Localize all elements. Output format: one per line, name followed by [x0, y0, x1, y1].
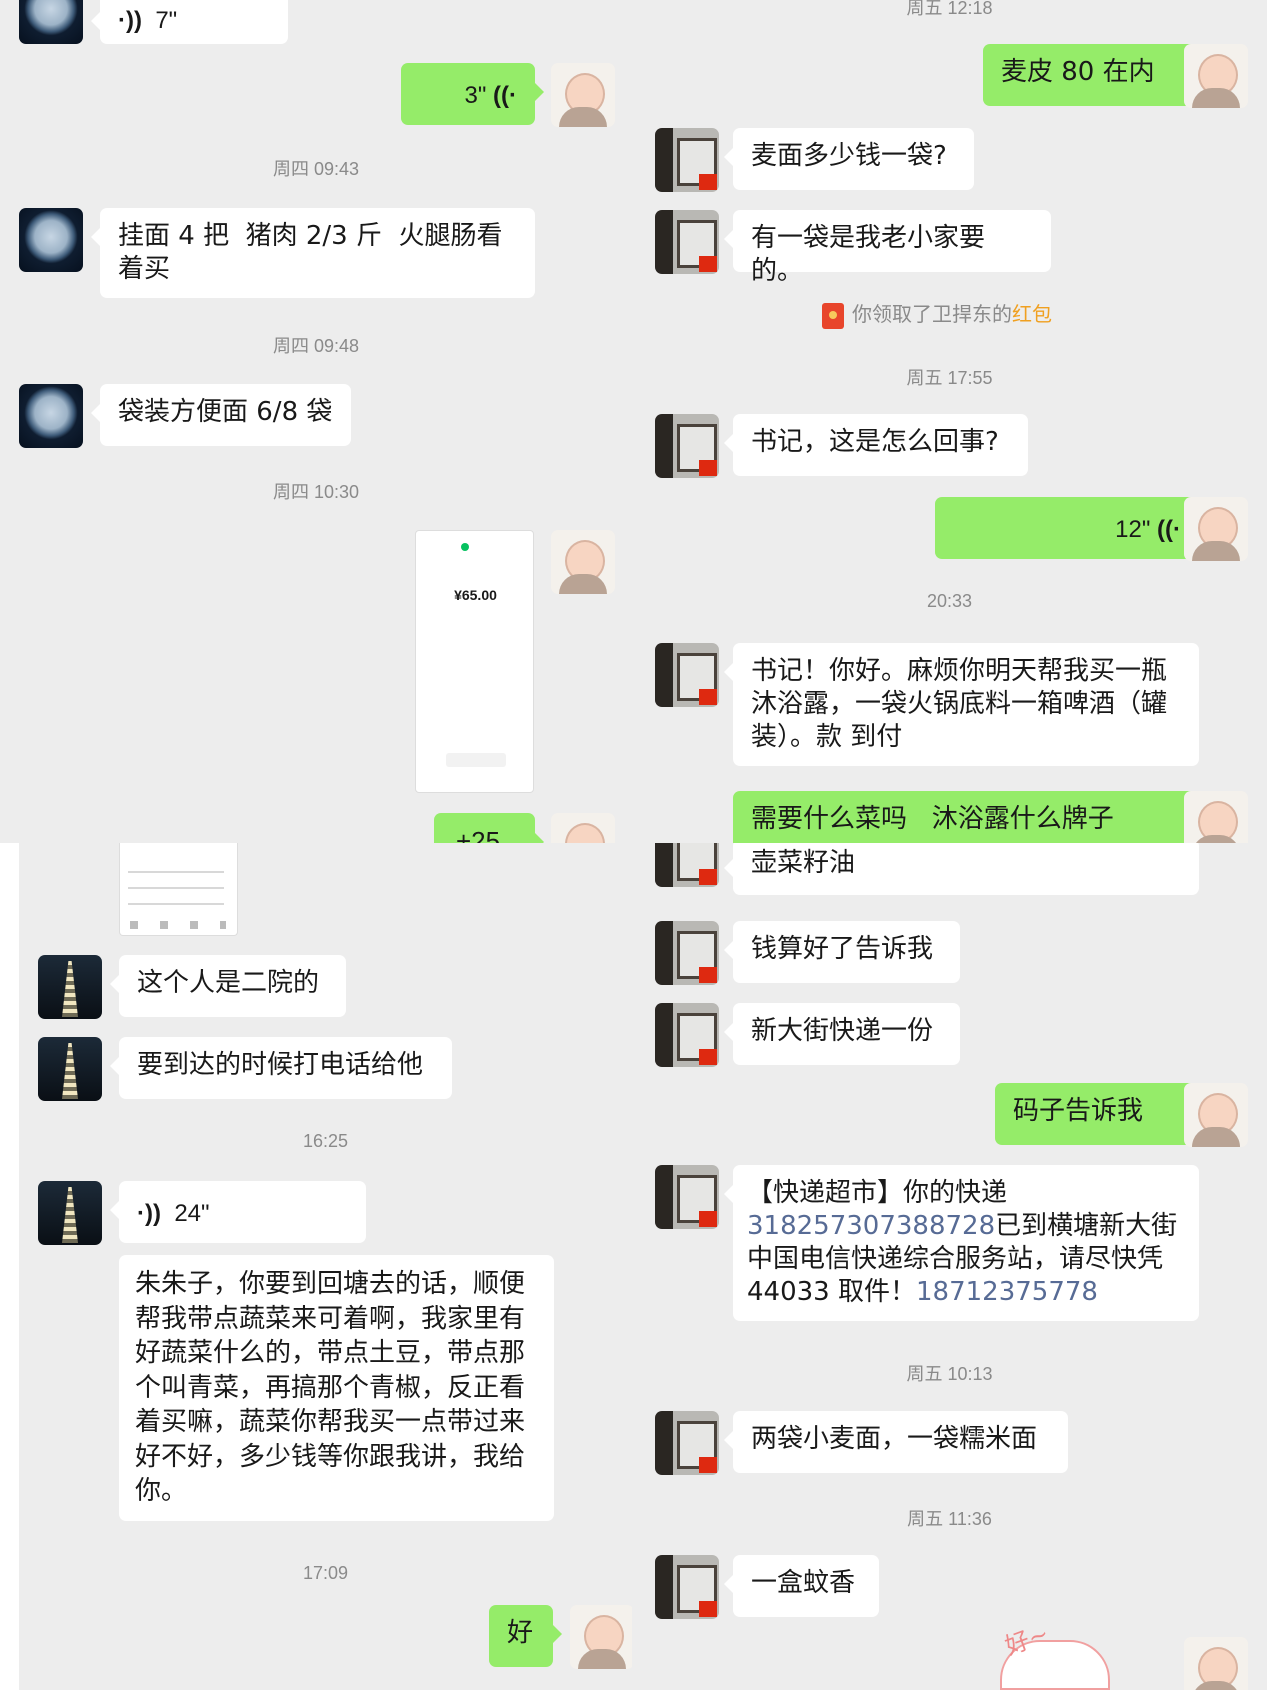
timestamp: 周五 17:55	[906, 368, 993, 388]
express-message[interactable]: 【快递超市】你的快递318257307388728已到横塘新大街中国电信快递综合…	[724, 1165, 1199, 1321]
voice-message-sent[interactable]: 12" ((·	[935, 497, 1208, 559]
timestamp: 17:09	[302, 1563, 349, 1583]
voice-transcript[interactable]: 朱朱子，你要到回塘去的话，顺便帮我带点蔬菜来可着啊，我家里有好蔬菜什么的，带点土…	[119, 1255, 554, 1521]
message-bubble-sent[interactable]: 好	[489, 1605, 562, 1667]
voice-message[interactable]: ·)) 7"	[91, 0, 288, 44]
message-bubble-sent-partial[interactable]: +25	[434, 813, 544, 843]
message-bubble-sent[interactable]: 码子告诉我	[995, 1083, 1208, 1145]
timestamp: 周四 09:43	[272, 159, 360, 179]
voice-wave-icon: ·))	[118, 7, 142, 34]
system-redpacket-notice: 你领取了卫捍东的红包	[822, 298, 1052, 329]
chat-panel-bottom-right: 壶菜籽油 钱算好了告诉我 新大街快递一份 码子告诉我 【快递超市】你的快递318…	[632, 843, 1267, 1690]
voice-message[interactable]: ·)) 24"	[110, 1181, 366, 1243]
timestamp: 周五 12:18	[906, 0, 993, 18]
timestamp: 周五 11:36	[907, 1509, 992, 1529]
contact-avatar[interactable]	[19, 384, 83, 448]
contact-avatar[interactable]	[655, 1555, 719, 1619]
contact-avatar[interactable]	[655, 1003, 719, 1067]
contact-avatar[interactable]	[38, 955, 102, 1019]
chat-panel-top-left: ·)) 7" 3" ((· 周四 09:43 挂面 4 把 猪肉 2/3 斤 火…	[0, 0, 632, 843]
message-bubble[interactable]: 这个人是二院的	[110, 955, 346, 1017]
message-bubble[interactable]: 袋装方便面 6/8 袋	[91, 384, 351, 446]
contact-avatar[interactable]	[655, 414, 719, 478]
timestamp: 20:33	[926, 591, 973, 611]
phone-number-link[interactable]: 18712375778	[916, 1277, 1098, 1307]
red-packet-icon	[822, 302, 844, 329]
call-log-screenshot[interactable]	[119, 843, 238, 936]
message-bubble[interactable]: 钱算好了告诉我	[724, 921, 960, 983]
my-avatar[interactable]	[551, 530, 615, 594]
message-bubble[interactable]: 两袋小麦面，一袋糯米面	[724, 1411, 1068, 1473]
my-avatar[interactable]	[1184, 791, 1248, 843]
message-bubble-sent[interactable]: 需要什么菜吗 沐浴露什么牌子	[733, 791, 1208, 843]
my-avatar[interactable]	[1184, 44, 1248, 108]
contact-avatar[interactable]	[655, 128, 719, 192]
message-bubble[interactable]: 有一袋是我老小家要的。	[724, 210, 1051, 286]
call-log-lines	[128, 863, 224, 913]
message-bubble[interactable]: 书记！你好。麻烦你明天帮我买一瓶沐浴露，一袋火锅底料一箱啤酒（罐装）。款 到付	[724, 643, 1199, 766]
timestamp: 16:25	[302, 1131, 349, 1151]
pig-sticker[interactable]: 好~	[1000, 1619, 1110, 1690]
voice-wave-icon: ((·	[1157, 516, 1181, 543]
contact-avatar[interactable]	[655, 643, 719, 707]
message-bubble[interactable]: 书记，这是怎么回事?	[724, 414, 1028, 476]
tracking-number-link[interactable]: 318257307388728	[747, 1211, 995, 1241]
payment-screenshot[interactable]: ¥65.00	[415, 530, 534, 793]
my-avatar[interactable]	[551, 813, 615, 843]
timestamp: 周四 09:48	[272, 336, 360, 356]
message-bubble[interactable]: 壶菜籽油	[724, 843, 1199, 895]
message-bubble[interactable]: 麦面多少钱一袋?	[724, 128, 974, 190]
my-avatar[interactable]	[1184, 1637, 1248, 1690]
message-bubble-sent[interactable]: 麦皮 80 在内	[983, 44, 1208, 106]
chat-panel-top-right: 周五 12:18 麦皮 80 在内 麦面多少钱一袋? 有一袋是我老小家要的。 你…	[632, 0, 1267, 843]
contact-avatar[interactable]	[655, 1165, 719, 1229]
contact-avatar[interactable]	[655, 1411, 719, 1475]
contact-avatar[interactable]	[19, 0, 83, 44]
timestamp: 周四 10:30	[272, 482, 360, 502]
voice-wave-icon: ·))	[137, 1200, 161, 1227]
message-bubble[interactable]: 新大街快递一份	[724, 1003, 960, 1065]
nav-bar-icons	[130, 921, 226, 929]
my-avatar[interactable]	[1184, 497, 1248, 561]
message-bubble[interactable]: 一盒蚊香	[724, 1555, 879, 1617]
contact-avatar[interactable]	[19, 208, 83, 272]
contact-avatar[interactable]	[38, 1181, 102, 1245]
message-bubble[interactable]: 要到达的时候打电话给他	[110, 1037, 452, 1099]
voice-wave-icon: ((·	[493, 82, 517, 109]
message-bubble[interactable]: 挂面 4 把 猪肉 2/3 斤 火腿肠看着买	[91, 208, 535, 298]
contact-avatar[interactable]	[655, 921, 719, 985]
my-avatar[interactable]	[551, 63, 615, 127]
red-packet-link[interactable]: 红包	[1012, 302, 1052, 326]
my-avatar[interactable]	[570, 1605, 632, 1669]
contact-avatar[interactable]	[655, 843, 719, 887]
payment-amount: ¥65.00	[454, 587, 497, 603]
done-button	[446, 753, 506, 767]
chat-panel-bottom-left: 这个人是二院的 要到达的时候打电话给他 16:25 ·)) 24" 朱朱子，你要…	[19, 843, 632, 1690]
contact-avatar[interactable]	[655, 210, 719, 274]
timestamp: 周五 10:13	[906, 1364, 993, 1384]
voice-message-sent[interactable]: 3" ((·	[401, 63, 544, 125]
my-avatar[interactable]	[1184, 1083, 1248, 1147]
status-dot-icon	[461, 543, 469, 551]
contact-avatar[interactable]	[38, 1037, 102, 1101]
